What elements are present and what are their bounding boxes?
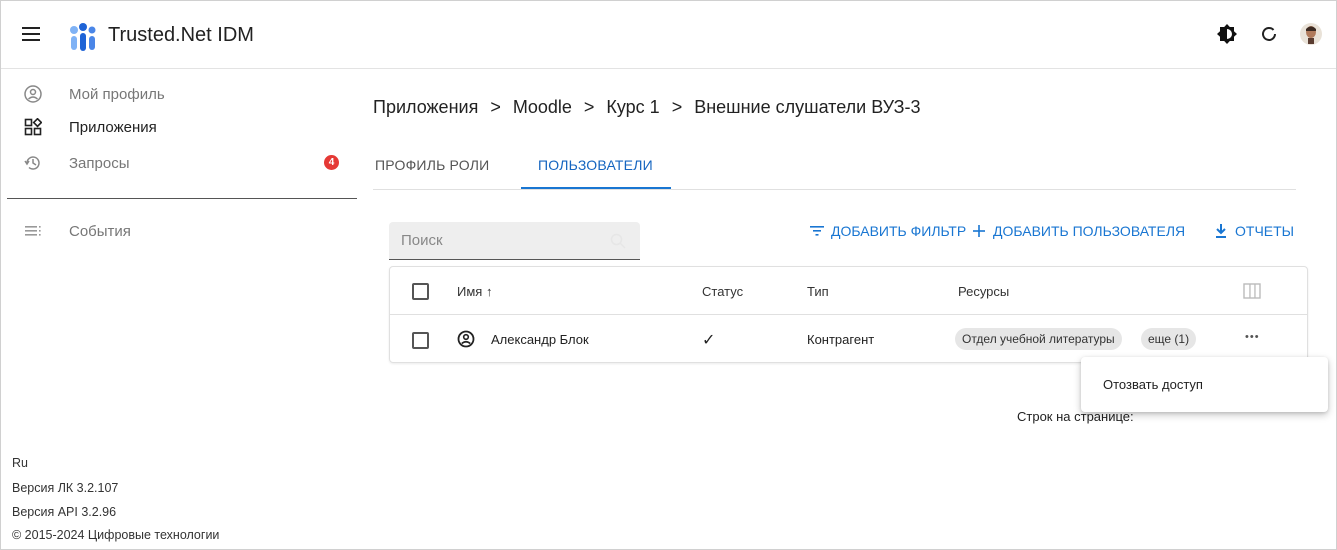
download-icon — [1213, 223, 1229, 239]
app-logo — [70, 23, 96, 51]
breadcrumb: Приложения > Moodle > Курс 1 > Внешние с… — [373, 97, 921, 118]
account-circle-icon — [23, 84, 43, 104]
sidebar-item-label: Приложения — [69, 118, 157, 136]
status-check-icon: ✓ — [702, 332, 716, 349]
sidebar-item-label: Мой профиль — [69, 85, 165, 103]
breadcrumb-item-course[interactable]: Курс 1 — [606, 97, 659, 118]
sidebar-item-label: События — [69, 222, 131, 240]
search-field[interactable] — [389, 222, 640, 260]
breadcrumb-separator: > — [671, 97, 683, 117]
menu-icon[interactable] — [22, 27, 40, 41]
more-actions-icon[interactable]: ••• — [1245, 331, 1260, 343]
sidebar-divider — [7, 198, 357, 199]
sort-asc-icon: ↑ — [485, 284, 493, 299]
copyright: © 2015-2024 Цифровые технологии — [12, 528, 220, 542]
column-header-status[interactable]: Статус — [702, 284, 743, 299]
active-tab-indicator — [521, 187, 671, 189]
user-avatar[interactable] — [1300, 23, 1322, 45]
column-header-type[interactable]: Тип — [807, 284, 829, 299]
list-icon — [23, 221, 43, 241]
select-all-checkbox[interactable] — [412, 283, 429, 300]
apps-icon — [23, 117, 43, 137]
sidebar-item-events[interactable]: События — [23, 220, 131, 242]
breadcrumb-item-applications[interactable]: Приложения — [373, 97, 478, 118]
user-name[interactable]: Александр Блок — [491, 332, 589, 347]
breadcrumb-separator: > — [490, 97, 501, 117]
reports-button[interactable]: ОТЧЕТЫ — [1213, 223, 1294, 239]
row-context-menu: Отозвать доступ — [1081, 357, 1328, 412]
more-resources-chip[interactable]: еще (1) — [1141, 328, 1197, 350]
lk-version: Версия ЛК 3.2.107 — [12, 481, 119, 495]
add-user-label: ДОБАВИТЬ ПОЛЬЗОВАТЕЛЯ — [993, 223, 1186, 239]
theme-toggle-icon[interactable] — [1216, 23, 1238, 45]
refresh-icon[interactable] — [1258, 23, 1280, 45]
add-filter-button[interactable]: ДОБАВИТЬ ФИЛЬТР — [809, 223, 966, 239]
table-header: Имя ↑ Статус Тип Ресурсы — [390, 267, 1307, 315]
user-type: Контрагент — [807, 332, 875, 347]
breadcrumb-item-role: Внешние слушатели ВУЗ-3 — [694, 97, 921, 117]
api-version: Версия API 3.2.96 — [12, 505, 117, 519]
columns-icon[interactable] — [1243, 283, 1261, 304]
menu-item-revoke-access[interactable]: Отозвать доступ — [1103, 377, 1203, 392]
requests-badge: 4 — [324, 155, 339, 170]
column-header-name[interactable]: Имя ↑ — [457, 284, 492, 299]
filter-icon — [809, 223, 825, 239]
history-icon — [23, 153, 43, 173]
tabs: ПРОФИЛЬ РОЛИ ПОЛЬЗОВАТЕЛИ — [373, 141, 1296, 190]
sidebar-item-applications[interactable]: Приложения — [23, 116, 157, 138]
sidebar-item-requests[interactable]: Запросы — [23, 152, 130, 174]
row-checkbox[interactable] — [412, 332, 429, 349]
reports-label: ОТЧЕТЫ — [1235, 223, 1295, 239]
search-icon — [610, 233, 626, 249]
top-bar-actions — [1216, 23, 1322, 45]
resource-chip[interactable]: Отдел учебной литературы — [955, 328, 1122, 350]
breadcrumb-separator: > — [583, 97, 595, 117]
add-filter-label: ДОБАВИТЬ ФИЛЬТР — [831, 223, 967, 239]
app-bar: Trusted.Net IDM — [1, 1, 1336, 69]
app-window: Trusted.Net IDM Мой профиль Приложения З… — [0, 0, 1337, 550]
language-switch[interactable]: Ru — [12, 456, 28, 470]
search-input[interactable] — [401, 232, 601, 249]
breadcrumb-item-app[interactable]: Moodle — [513, 97, 572, 118]
users-table: Имя ↑ Статус Тип Ресурсы Александр Блок … — [389, 266, 1308, 363]
plus-icon — [971, 223, 987, 239]
add-user-button[interactable]: ДОБАВИТЬ ПОЛЬЗОВАТЕЛЯ — [971, 223, 1185, 239]
app-title: Trusted.Net IDM — [108, 24, 254, 46]
sidebar-item-profile[interactable]: Мой профиль — [23, 83, 165, 105]
column-header-resources[interactable]: Ресурсы — [958, 284, 1009, 299]
account-circle-icon — [457, 330, 475, 353]
sidebar-item-label: Запросы — [69, 154, 130, 172]
tab-role-profile[interactable]: ПРОФИЛЬ РОЛИ — [375, 157, 489, 173]
tab-users[interactable]: ПОЛЬЗОВАТЕЛИ — [538, 157, 653, 173]
